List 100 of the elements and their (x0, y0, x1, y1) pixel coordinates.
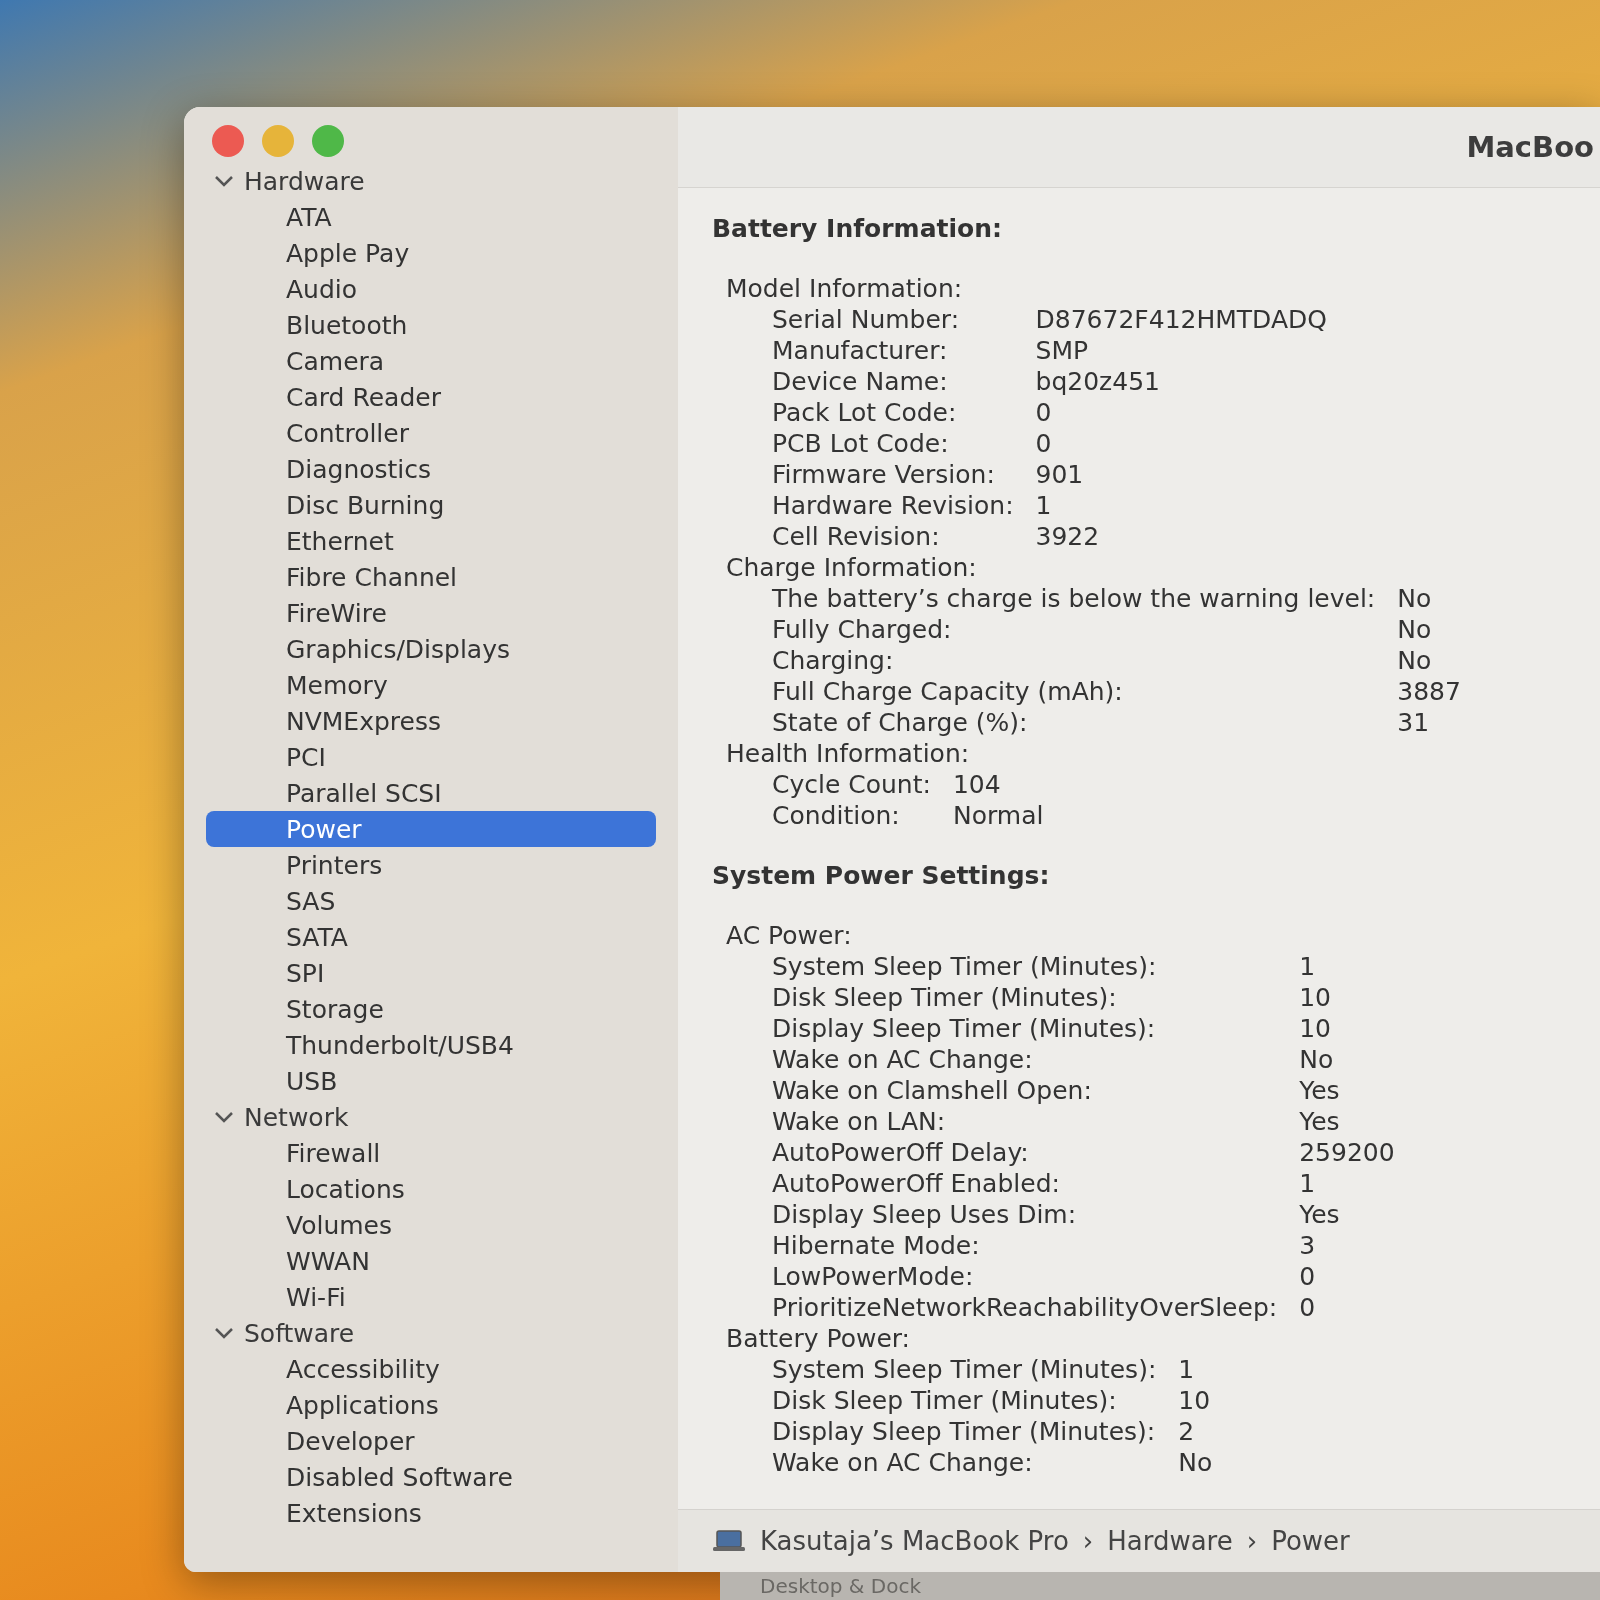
sidebar-item[interactable]: Apple Pay (206, 235, 656, 271)
property-label: AutoPowerOff Delay: (772, 1137, 1030, 1168)
sidebar-item[interactable]: Fibre Channel (206, 559, 656, 595)
sidebar-item[interactable]: Applications (206, 1387, 656, 1423)
sidebar-section-label[interactable]: Network (244, 1102, 349, 1132)
property-value: bq20z451 (1035, 366, 1161, 397)
property-label: Firmware Version: (772, 459, 996, 490)
sidebar-item[interactable]: USB (206, 1063, 656, 1099)
sidebar-item[interactable]: Firewall (206, 1135, 656, 1171)
property-label: Display Sleep Uses Dim: (772, 1199, 1078, 1230)
section-heading: Battery Information: (712, 214, 1003, 243)
sidebar-item[interactable]: SPI (206, 955, 656, 991)
property-value: 3 (1299, 1230, 1317, 1261)
sidebar-item[interactable]: Parallel SCSI (206, 775, 656, 811)
property-label: System Sleep Timer (Minutes): (772, 1354, 1157, 1385)
property-value: 10 (1178, 1385, 1212, 1416)
sidebar-item[interactable]: Diagnostics (206, 451, 656, 487)
sidebar-item[interactable]: Bluetooth (206, 307, 656, 343)
property-value: 901 (1035, 459, 1085, 490)
laptop-icon (712, 1530, 746, 1552)
sidebar-item[interactable]: Locations (206, 1171, 656, 1207)
property-label: Cell Revision: (772, 521, 941, 552)
sidebar-item[interactable]: Wi-Fi (206, 1279, 656, 1315)
sidebar-item[interactable]: PCI (206, 739, 656, 775)
sidebar-section-label[interactable]: Software (244, 1318, 355, 1348)
property-value: Yes (1299, 1075, 1341, 1106)
property-label: Pack Lot Code: (772, 397, 958, 428)
path-item[interactable]: Power (1271, 1526, 1350, 1556)
sidebar-item[interactable]: Thunderbolt/USB4 (206, 1027, 656, 1063)
property-label: Display Sleep Timer (Minutes): (772, 1013, 1157, 1044)
sidebar-section-label[interactable]: Hardware (244, 166, 365, 196)
property-value: 1 (1299, 951, 1317, 982)
property-label: Disk Sleep Timer (Minutes): (772, 982, 1118, 1013)
property-label: Hibernate Mode: (772, 1230, 981, 1261)
close-button[interactable] (212, 125, 244, 157)
property-label: Wake on AC Change: (772, 1044, 1034, 1075)
property-value: Normal (952, 800, 1044, 831)
property-value: 3922 (1035, 521, 1101, 552)
property-label: Wake on AC Change: (772, 1447, 1034, 1478)
sidebar-item[interactable]: Camera (206, 343, 656, 379)
property-value: 3887 (1397, 676, 1461, 707)
property-label: Full Charge Capacity (mAh): (772, 676, 1124, 707)
property-value: 0 (1035, 397, 1053, 428)
property-value: SMP (1035, 335, 1090, 366)
property-label: PrioritizeNetworkReachabilityOverSleep: (772, 1292, 1278, 1323)
window-title: MacBoo (1466, 130, 1594, 164)
property-value: Yes (1299, 1106, 1341, 1137)
sidebar-item[interactable]: FireWire (206, 595, 656, 631)
path-separator: › (1246, 1526, 1258, 1556)
property-value: No (1299, 1044, 1335, 1075)
property-label: Charging: (772, 645, 895, 676)
property-label: Manufacturer: (772, 335, 949, 366)
group-heading: Battery Power: (725, 1323, 912, 1354)
property-value: No (1397, 645, 1433, 676)
property-label: The battery’s charge is below the warning level: (772, 583, 1376, 614)
sidebar-item[interactable]: SAS (206, 883, 656, 919)
sidebar-item[interactable]: NVMExpress (206, 703, 656, 739)
chevron-icon[interactable] (214, 1326, 234, 1340)
property-label: State of Charge (%): (772, 707, 1029, 738)
section-heading: System Power Settings: (712, 861, 1051, 890)
property-value: 259200 (1299, 1137, 1395, 1168)
sidebar-item[interactable]: ATA (206, 199, 656, 235)
sidebar-item[interactable]: Volumes (206, 1207, 656, 1243)
sidebar-item[interactable]: Controller (206, 415, 656, 451)
property-label: Fully Charged: (772, 614, 953, 645)
path-item[interactable]: Kasutaja’s MacBook Pro (760, 1526, 1069, 1556)
property-label: Wake on LAN: (772, 1106, 947, 1137)
sidebar-item[interactable]: Extensions (206, 1495, 656, 1531)
background-window-label: Desktop & Dock (760, 1574, 921, 1598)
sidebar-item[interactable]: Graphics/Displays (206, 631, 656, 667)
group-heading: Charge Information: (725, 552, 978, 583)
chevron-icon[interactable] (214, 174, 234, 188)
sidebar-item[interactable]: Developer (206, 1423, 656, 1459)
path-separator: › (1082, 1526, 1094, 1556)
sidebar-item[interactable]: Storage (206, 991, 656, 1027)
property-value: 1 (1035, 490, 1053, 521)
property-value: 0 (1299, 1292, 1317, 1323)
property-value: D87672F412HMTDADQ (1035, 304, 1327, 335)
sidebar-item[interactable]: SATA (206, 919, 656, 955)
sidebar-item[interactable]: Accessibility (206, 1351, 656, 1387)
property-value: 31 (1397, 707, 1431, 738)
sidebar-item[interactable]: Ethernet (206, 523, 656, 559)
property-label: Wake on Clamshell Open: (772, 1075, 1093, 1106)
chevron-icon[interactable] (214, 1110, 234, 1124)
property-label: System Sleep Timer (Minutes): (772, 951, 1158, 982)
sidebar-item[interactable]: Disabled Software (206, 1459, 656, 1495)
sidebar-item[interactable]: Power (206, 811, 656, 847)
property-value: No (1178, 1447, 1213, 1478)
sidebar-item[interactable]: Disc Burning (206, 487, 656, 523)
sidebar-item[interactable]: Memory (206, 667, 656, 703)
property-label: AutoPowerOff Enabled: (772, 1168, 1061, 1199)
property-value: 10 (1299, 1013, 1332, 1044)
property-value: 10 (1299, 982, 1332, 1013)
sidebar-item[interactable]: WWAN (206, 1243, 656, 1279)
property-label: Serial Number: (772, 304, 961, 335)
sidebar-item[interactable]: Printers (206, 847, 656, 883)
sidebar-item[interactable]: Card Reader (206, 379, 656, 415)
path-item[interactable]: Hardware (1107, 1526, 1233, 1556)
sidebar-item[interactable]: Audio (206, 271, 656, 307)
property-label: Disk Sleep Timer (Minutes): (772, 1385, 1118, 1416)
